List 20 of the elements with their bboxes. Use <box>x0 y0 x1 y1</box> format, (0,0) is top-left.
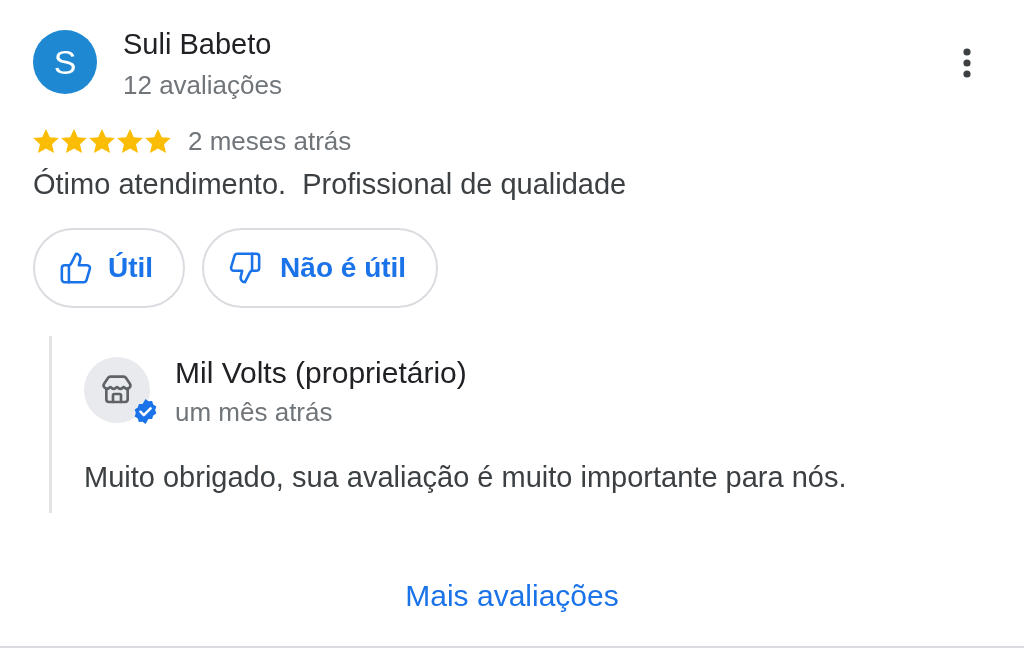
review-text: Ótimo atendimento. Profissional de qualidade <box>33 167 628 201</box>
helpful-button[interactable]: Útil <box>33 228 186 308</box>
avatar: S <box>33 30 97 94</box>
star-icon <box>61 128 87 154</box>
star-icon <box>145 128 171 154</box>
store-icon <box>101 374 133 406</box>
review-time: 2 meses atrás <box>188 125 352 158</box>
thumbs-down-icon <box>228 251 263 285</box>
reply-text: Muito obrigado, sua avaliação é muito importante para nós. <box>84 460 848 494</box>
more-icon <box>963 48 971 78</box>
more-reviews-link[interactable]: Mais avaliações <box>405 578 619 614</box>
not-helpful-button[interactable]: Não é útil <box>202 228 439 308</box>
thumbs-up-icon <box>59 251 93 285</box>
reviewer-name: Suli Babeto <box>123 27 273 61</box>
owner-name: Mil Volts (proprietário) <box>175 356 467 390</box>
star-icon <box>89 128 115 154</box>
star-icon <box>117 128 143 154</box>
reply-time: um mês atrás <box>175 396 334 429</box>
review-count: 12 avaliações <box>123 69 282 102</box>
star-icon <box>33 128 59 154</box>
